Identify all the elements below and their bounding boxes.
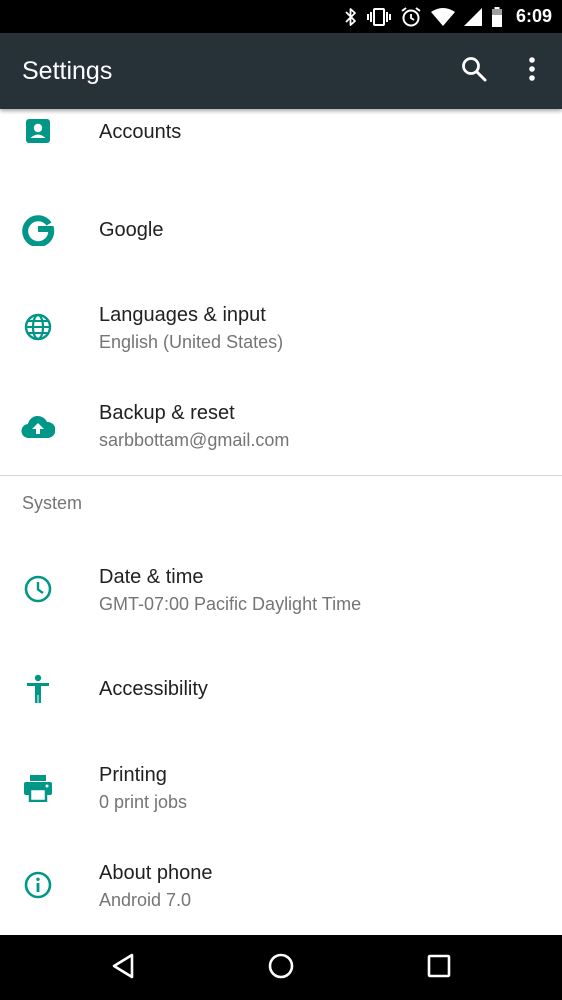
item-summary: GMT-07:00 Pacific Daylight Time xyxy=(99,594,362,614)
search-icon xyxy=(460,55,488,88)
item-summary: sarbbottam@gmail.com xyxy=(99,430,290,450)
alarm-icon xyxy=(400,6,422,28)
item-title: Date & time xyxy=(99,566,204,588)
settings-item-printing[interactable]: Printing 0 print jobs xyxy=(0,739,562,829)
settings-item-about-phone[interactable]: About phone Android 7.0 xyxy=(0,839,562,929)
home-button[interactable] xyxy=(256,943,306,993)
recents-icon xyxy=(427,954,451,983)
item-summary: 0 print jobs xyxy=(99,792,188,812)
battery-icon xyxy=(491,6,503,27)
section-divider xyxy=(0,475,562,476)
category-header-system: System xyxy=(22,493,83,513)
language-globe-icon xyxy=(18,307,58,347)
settings-item-backup[interactable]: Backup & reset sarbbottam@gmail.com xyxy=(0,379,562,469)
settings-item-accounts[interactable]: Accounts xyxy=(0,109,562,179)
info-icon xyxy=(18,865,58,905)
item-title: Backup & reset xyxy=(99,402,235,424)
more-options-button[interactable] xyxy=(508,47,556,95)
recents-button[interactable] xyxy=(414,943,464,993)
cloud-upload-icon xyxy=(18,407,58,447)
status-time: 6:09 xyxy=(515,6,552,26)
account-box-icon xyxy=(18,111,58,151)
clock-icon xyxy=(18,569,58,609)
google-icon xyxy=(18,209,58,249)
navigation-bar xyxy=(0,935,562,1000)
accessibility-icon xyxy=(18,669,58,709)
search-button[interactable] xyxy=(450,47,498,95)
status-bar: 6:09 xyxy=(0,0,562,33)
home-icon xyxy=(267,952,295,985)
settings-item-languages[interactable]: Languages & input English (United States… xyxy=(0,279,562,369)
settings-item-date-time[interactable]: Date & time GMT-07:00 Pacific Daylight T… xyxy=(0,539,562,639)
item-summary: English (United States) xyxy=(99,332,284,352)
item-title: Accounts xyxy=(99,121,182,143)
vibrate-icon xyxy=(366,7,391,27)
more-vert-icon xyxy=(528,56,536,87)
item-title: Printing xyxy=(99,764,167,786)
item-title: Google xyxy=(99,219,164,241)
settings-screen: 6:09 Settings Accounts Google Languages … xyxy=(0,0,562,1000)
item-title: Accessibility xyxy=(99,678,208,700)
page-title: Settings xyxy=(22,57,113,85)
signal-icon xyxy=(463,7,482,26)
app-bar: Settings xyxy=(0,33,562,109)
back-icon xyxy=(111,953,135,984)
settings-item-google[interactable]: Google xyxy=(0,189,562,271)
settings-item-accessibility[interactable]: Accessibility xyxy=(0,649,562,731)
settings-list: Accounts Google Languages & input Englis… xyxy=(0,109,562,935)
back-button[interactable] xyxy=(98,943,148,993)
bluetooth-icon xyxy=(344,7,358,27)
printer-icon xyxy=(18,768,58,808)
status-icons: 6:09 xyxy=(344,0,552,33)
wifi-icon xyxy=(430,7,455,27)
item-title: Languages & input xyxy=(99,304,266,326)
item-summary: Android 7.0 xyxy=(99,890,192,910)
item-title: About phone xyxy=(99,862,213,884)
